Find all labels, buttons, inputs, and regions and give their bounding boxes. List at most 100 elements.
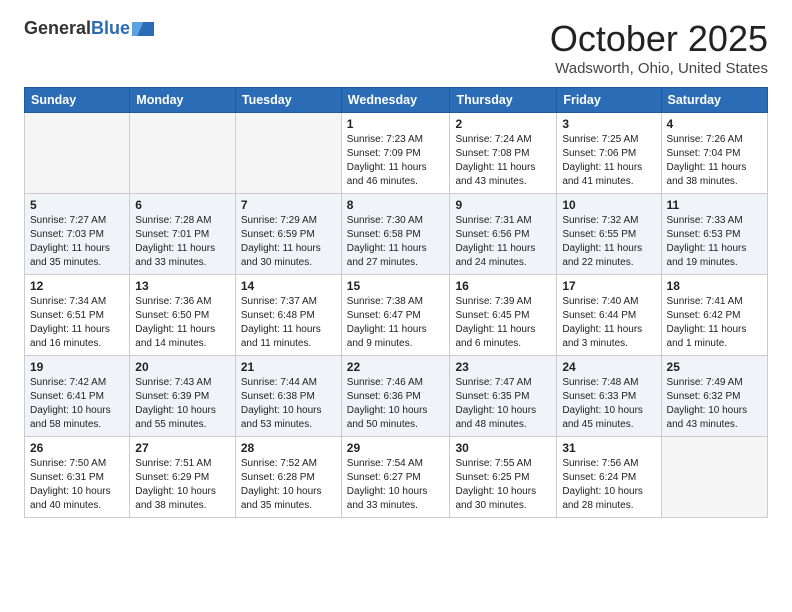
cell-content: Sunrise: 7:46 AM Sunset: 6:36 PM Dayligh… bbox=[347, 376, 445, 432]
calendar-week-4: 19 Sunrise: 7:42 AM Sunset: 6:41 PM Dayli… bbox=[25, 356, 768, 437]
table-row: 25Sunrise: 7:49 AM Sunset: 6:32 PM Dayli… bbox=[661, 356, 767, 437]
table-row: 21 Sunrise: 7:44 AM Sunset: 6:38 PM Dayli… bbox=[235, 356, 341, 437]
table-row: 12 Sunrise: 7:34 AM Sunset: 6:51 PM Dayli… bbox=[25, 275, 130, 356]
table-row: 19 Sunrise: 7:42 AM Sunset: 6:41 PM Dayli… bbox=[25, 356, 130, 437]
cell-content: Sunrise: 7:25 AM Sunset: 7:06 PM Dayligh… bbox=[562, 133, 655, 189]
header-row: Sunday Monday Tuesday Wednesday Thursday… bbox=[25, 88, 768, 113]
day-number: 26 bbox=[30, 441, 124, 455]
day-number: 9 bbox=[455, 198, 551, 212]
table-row: 28 Sunrise: 7:52 AM Sunset: 6:28 PM Dayli… bbox=[235, 437, 341, 518]
day-number: 28 bbox=[241, 441, 336, 455]
day-number: 16 bbox=[455, 279, 551, 293]
calendar-header: Sunday Monday Tuesday Wednesday Thursday… bbox=[25, 88, 768, 113]
table-row bbox=[130, 113, 236, 194]
cell-content: Sunrise: 7:28 AM Sunset: 7:01 PM Dayligh… bbox=[135, 214, 230, 270]
day-number: 6 bbox=[135, 198, 230, 212]
col-monday: Monday bbox=[130, 88, 236, 113]
table-row: 31 Sunrise: 7:56 AM Sunset: 6:24 PM Dayli… bbox=[557, 437, 661, 518]
cell-content: Sunrise: 7:37 AM Sunset: 6:48 PM Dayligh… bbox=[241, 295, 336, 351]
calendar-week-5: 26Sunrise: 7:50 AM Sunset: 6:31 PM Dayli… bbox=[25, 437, 768, 518]
cell-content: Sunrise: 7:39 AM Sunset: 6:45 PM Dayligh… bbox=[455, 295, 551, 351]
cell-content: Sunrise: 7:44 AM Sunset: 6:38 PM Dayligh… bbox=[241, 376, 336, 432]
header: GeneralBlue October 2025 Wadsworth, Ohio… bbox=[24, 18, 768, 77]
cell-content: Sunrise: 7:43 AM Sunset: 6:39 PM Dayligh… bbox=[135, 376, 230, 432]
day-number: 18 bbox=[667, 279, 762, 293]
calendar-body: 1Sunrise: 7:23 AM Sunset: 7:09 PM Daylig… bbox=[25, 113, 768, 518]
col-thursday: Thursday bbox=[450, 88, 557, 113]
day-number: 1 bbox=[347, 117, 445, 131]
table-row: 9Sunrise: 7:31 AM Sunset: 6:56 PM Daylig… bbox=[450, 194, 557, 275]
day-number: 3 bbox=[562, 117, 655, 131]
cell-content: Sunrise: 7:55 AM Sunset: 6:25 PM Dayligh… bbox=[455, 457, 551, 513]
table-row: 3 Sunrise: 7:25 AM Sunset: 7:06 PM Daylig… bbox=[557, 113, 661, 194]
logo-general: GeneralBlue bbox=[24, 19, 130, 39]
cell-content: Sunrise: 7:47 AM Sunset: 6:35 PM Dayligh… bbox=[455, 376, 551, 432]
table-row: 24 Sunrise: 7:48 AM Sunset: 6:33 PM Dayli… bbox=[557, 356, 661, 437]
table-row: 5 Sunrise: 7:27 AM Sunset: 7:03 PM Daylig… bbox=[25, 194, 130, 275]
day-number: 24 bbox=[562, 360, 655, 374]
table-row: 8 Sunrise: 7:30 AM Sunset: 6:58 PM Daylig… bbox=[341, 194, 450, 275]
table-row: 1Sunrise: 7:23 AM Sunset: 7:09 PM Daylig… bbox=[341, 113, 450, 194]
table-row: 17Sunrise: 7:40 AM Sunset: 6:44 PM Dayli… bbox=[557, 275, 661, 356]
cell-content: Sunrise: 7:42 AM Sunset: 6:41 PM Dayligh… bbox=[30, 376, 124, 432]
table-row: 10 Sunrise: 7:32 AM Sunset: 6:55 PM Dayli… bbox=[557, 194, 661, 275]
table-row bbox=[661, 437, 767, 518]
calendar: Sunday Monday Tuesday Wednesday Thursday… bbox=[24, 87, 768, 518]
cell-content: Sunrise: 7:56 AM Sunset: 6:24 PM Dayligh… bbox=[562, 457, 655, 513]
day-number: 20 bbox=[135, 360, 230, 374]
day-number: 31 bbox=[562, 441, 655, 455]
col-sunday: Sunday bbox=[25, 88, 130, 113]
location: Wadsworth, Ohio, United States bbox=[550, 60, 768, 77]
day-number: 12 bbox=[30, 279, 124, 293]
cell-content: Sunrise: 7:29 AM Sunset: 6:59 PM Dayligh… bbox=[241, 214, 336, 270]
day-number: 10 bbox=[562, 198, 655, 212]
col-tuesday: Tuesday bbox=[235, 88, 341, 113]
day-number: 17 bbox=[562, 279, 655, 293]
table-row: 4 Sunrise: 7:26 AM Sunset: 7:04 PM Daylig… bbox=[661, 113, 767, 194]
day-number: 25 bbox=[667, 360, 762, 374]
calendar-week-1: 1Sunrise: 7:23 AM Sunset: 7:09 PM Daylig… bbox=[25, 113, 768, 194]
table-row: 13 Sunrise: 7:36 AM Sunset: 6:50 PM Dayli… bbox=[130, 275, 236, 356]
table-row: 30 Sunrise: 7:55 AM Sunset: 6:25 PM Dayli… bbox=[450, 437, 557, 518]
day-number: 4 bbox=[667, 117, 762, 131]
table-row: 27Sunrise: 7:51 AM Sunset: 6:29 PM Dayli… bbox=[130, 437, 236, 518]
cell-content: Sunrise: 7:26 AM Sunset: 7:04 PM Dayligh… bbox=[667, 133, 762, 189]
calendar-week-3: 12 Sunrise: 7:34 AM Sunset: 6:51 PM Dayli… bbox=[25, 275, 768, 356]
day-number: 2 bbox=[455, 117, 551, 131]
cell-content: Sunrise: 7:36 AM Sunset: 6:50 PM Dayligh… bbox=[135, 295, 230, 351]
day-number: 22 bbox=[347, 360, 445, 374]
day-number: 8 bbox=[347, 198, 445, 212]
day-number: 5 bbox=[30, 198, 124, 212]
cell-content: Sunrise: 7:41 AM Sunset: 6:42 PM Dayligh… bbox=[667, 295, 762, 351]
day-number: 13 bbox=[135, 279, 230, 293]
day-number: 11 bbox=[667, 198, 762, 212]
day-number: 29 bbox=[347, 441, 445, 455]
logo-icon bbox=[132, 18, 154, 40]
day-number: 21 bbox=[241, 360, 336, 374]
day-number: 30 bbox=[455, 441, 551, 455]
table-row: 26Sunrise: 7:50 AM Sunset: 6:31 PM Dayli… bbox=[25, 437, 130, 518]
cell-content: Sunrise: 7:48 AM Sunset: 6:33 PM Dayligh… bbox=[562, 376, 655, 432]
cell-content: Sunrise: 7:30 AM Sunset: 6:58 PM Dayligh… bbox=[347, 214, 445, 270]
day-number: 14 bbox=[241, 279, 336, 293]
table-row: 11 Sunrise: 7:33 AM Sunset: 6:53 PM Dayli… bbox=[661, 194, 767, 275]
table-row: 6 Sunrise: 7:28 AM Sunset: 7:01 PM Daylig… bbox=[130, 194, 236, 275]
table-row: 7 Sunrise: 7:29 AM Sunset: 6:59 PM Daylig… bbox=[235, 194, 341, 275]
col-saturday: Saturday bbox=[661, 88, 767, 113]
table-row: 15Sunrise: 7:38 AM Sunset: 6:47 PM Dayli… bbox=[341, 275, 450, 356]
cell-content: Sunrise: 7:27 AM Sunset: 7:03 PM Dayligh… bbox=[30, 214, 124, 270]
cell-content: Sunrise: 7:33 AM Sunset: 6:53 PM Dayligh… bbox=[667, 214, 762, 270]
month-title: October 2025 bbox=[550, 18, 768, 60]
table-row: 14 Sunrise: 7:37 AM Sunset: 6:48 PM Dayli… bbox=[235, 275, 341, 356]
table-row: 16 Sunrise: 7:39 AM Sunset: 6:45 PM Dayli… bbox=[450, 275, 557, 356]
col-friday: Friday bbox=[557, 88, 661, 113]
cell-content: Sunrise: 7:54 AM Sunset: 6:27 PM Dayligh… bbox=[347, 457, 445, 513]
table-row: 2Sunrise: 7:24 AM Sunset: 7:08 PM Daylig… bbox=[450, 113, 557, 194]
day-number: 23 bbox=[455, 360, 551, 374]
cell-content: Sunrise: 7:52 AM Sunset: 6:28 PM Dayligh… bbox=[241, 457, 336, 513]
cell-content: Sunrise: 7:32 AM Sunset: 6:55 PM Dayligh… bbox=[562, 214, 655, 270]
day-number: 19 bbox=[30, 360, 124, 374]
cell-content: Sunrise: 7:34 AM Sunset: 6:51 PM Dayligh… bbox=[30, 295, 124, 351]
table-row bbox=[25, 113, 130, 194]
day-number: 7 bbox=[241, 198, 336, 212]
